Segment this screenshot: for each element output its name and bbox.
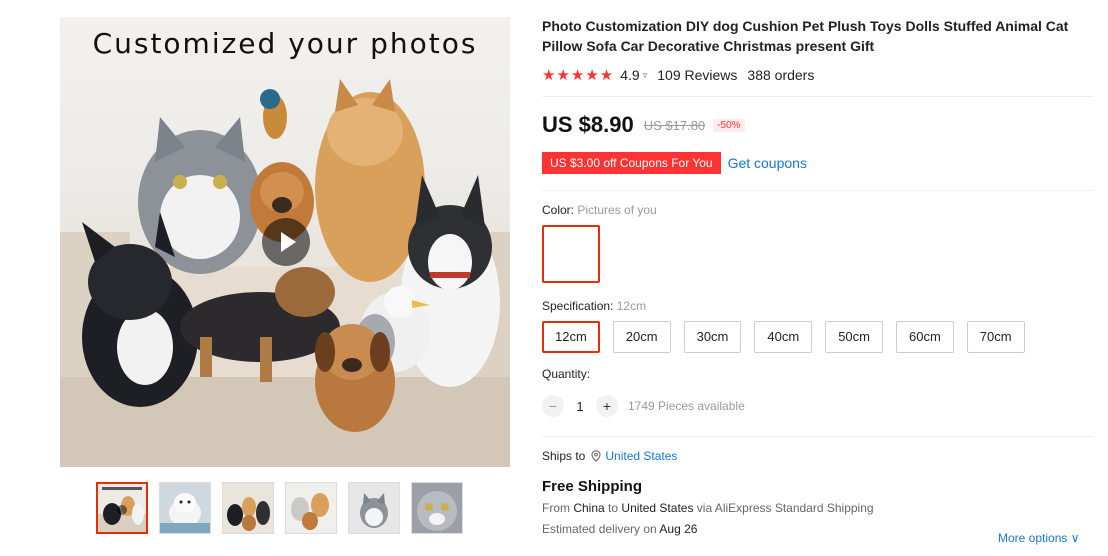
thumbnail-4-image — [286, 483, 336, 533]
product-title: Photo Customization DIY dog Cushion Pet … — [542, 18, 1069, 54]
get-coupons-link[interactable]: Get coupons — [728, 155, 807, 171]
thumbnail-3-image — [223, 483, 273, 533]
specification-options: 12cm 20cm 30cm 40cm 50cm 60cm 70cm — [542, 321, 1094, 353]
specification-value: 12cm — [616, 299, 647, 313]
from-prefix: From — [542, 501, 570, 515]
thumbnail-4[interactable] — [285, 482, 337, 534]
location-pin-icon — [591, 450, 601, 462]
spec-option-60cm[interactable]: 60cm — [895, 321, 954, 353]
chevron-down-icon[interactable]: ▿ — [643, 70, 648, 81]
main-product-image[interactable]: Customized your photos — [60, 17, 510, 467]
delivery-prefix: Estimated delivery on — [542, 522, 657, 536]
specification-label: Specification: — [542, 299, 614, 313]
price-row: US $8.90 US $17.80 -50% — [542, 112, 1094, 138]
current-price: US $8.90 — [542, 112, 634, 137]
coupon-row: US $3.00 off Coupons For You Get coupons — [542, 152, 1094, 174]
thumbnail-2[interactable] — [159, 482, 211, 534]
to-word: to — [608, 501, 619, 515]
thumbnail-1-image — [98, 484, 146, 532]
divider — [542, 190, 1094, 191]
rating-value[interactable]: 4.9 — [620, 67, 639, 83]
rating-stars-icon: ★★★★★ — [542, 67, 615, 84]
from-country: China — [573, 501, 605, 515]
quantity-label: Quantity: — [542, 367, 591, 381]
divider — [542, 96, 1094, 97]
shipping-method: via AliExpress Standard Shipping — [696, 501, 874, 515]
to-country: United States — [621, 501, 694, 515]
color-label-row: Color: Pictures of you — [542, 203, 1094, 217]
specification-label-row: Specification: 12cm — [542, 299, 1094, 313]
color-label: Color: — [542, 203, 575, 217]
quantity-plus-button[interactable]: + — [596, 395, 618, 417]
thumbnail-strip — [96, 482, 463, 534]
spec-option-30cm[interactable]: 30cm — [683, 321, 742, 353]
color-swatch-selected[interactable] — [542, 225, 600, 283]
shipping-route: From China to United States via AliExpre… — [542, 501, 1094, 515]
thumbnail-6-image — [412, 483, 462, 533]
thumbnail-2-image — [160, 483, 210, 533]
spec-option-70cm[interactable]: 70cm — [966, 321, 1025, 353]
rating-row: ★★★★★ 4.9 ▿ 109 Reviews 388 orders — [542, 66, 1094, 84]
spec-option-12cm[interactable]: 12cm — [542, 321, 600, 353]
pieces-available: 1749 Pieces available — [628, 399, 745, 413]
coupon-tag[interactable]: US $3.00 off Coupons For You — [542, 152, 721, 174]
quantity-stepper: − 1 + 1749 Pieces available — [542, 395, 1094, 417]
original-price: US $17.80 — [643, 117, 706, 133]
divider — [542, 436, 1094, 437]
discount-badge: -50% — [713, 118, 745, 132]
product-info-panel: Photo Customization DIY dog Cushion Pet … — [542, 16, 1094, 545]
quantity-input[interactable]: 1 — [564, 399, 596, 414]
thumbnail-1[interactable] — [96, 482, 148, 534]
thumbnail-6[interactable] — [411, 482, 463, 534]
more-options-label: More options — [998, 531, 1068, 545]
thumbnail-5-image — [349, 483, 399, 533]
orders-count: 388 orders — [747, 67, 815, 83]
chevron-down-icon: ∨ — [1070, 531, 1080, 545]
thumbnail-3[interactable] — [222, 482, 274, 534]
video-play-button[interactable] — [262, 218, 310, 266]
free-shipping-heading: Free Shipping — [542, 478, 643, 495]
ships-to-row: Ships to United States — [542, 449, 1094, 463]
image-banner-text: Customized your photos — [92, 27, 478, 60]
spec-option-50cm[interactable]: 50cm — [825, 321, 883, 353]
spec-option-20cm[interactable]: 20cm — [612, 321, 671, 353]
delivery-date: Aug 26 — [659, 522, 698, 536]
more-options-link[interactable]: More options ∨ — [998, 531, 1080, 545]
reviews-link[interactable]: 109 Reviews — [657, 67, 737, 83]
ships-to-country-link[interactable]: United States — [605, 449, 677, 463]
ships-to-label: Ships to — [542, 449, 586, 463]
spec-option-40cm[interactable]: 40cm — [754, 321, 813, 353]
color-value: Pictures of you — [577, 203, 657, 217]
thumbnail-5[interactable] — [348, 482, 400, 534]
quantity-minus-button[interactable]: − — [542, 395, 564, 417]
